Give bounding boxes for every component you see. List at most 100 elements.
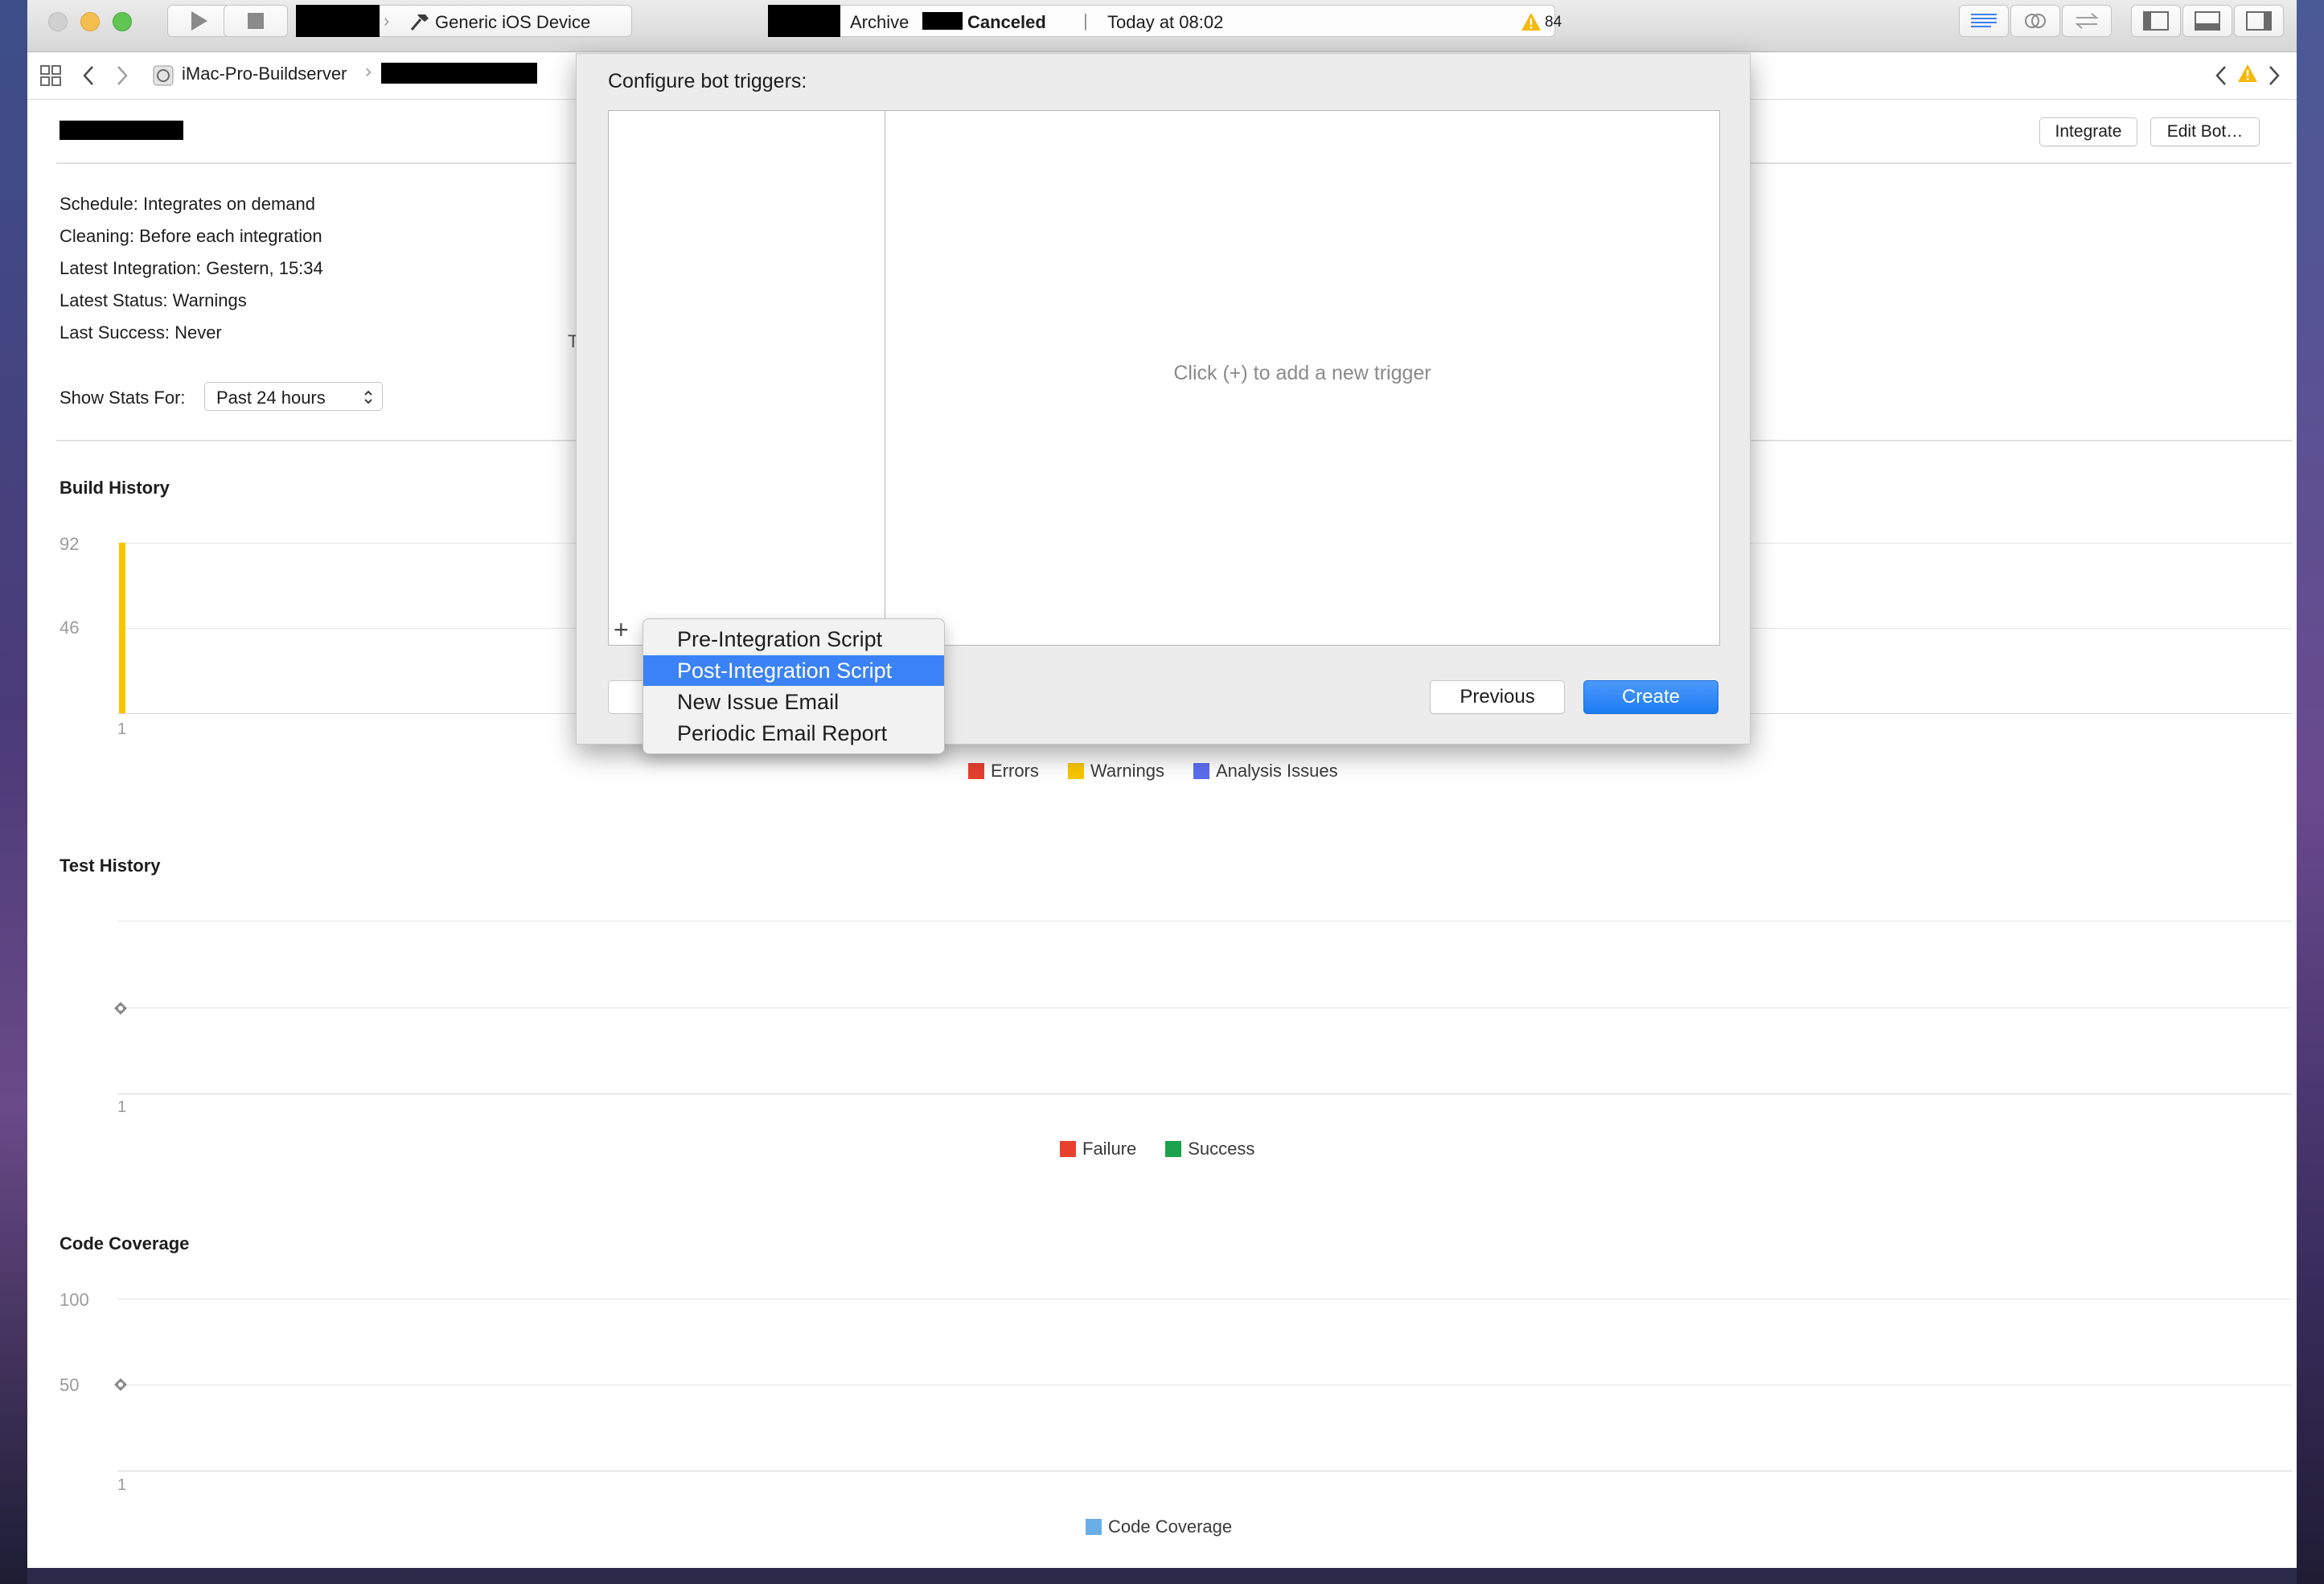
last-success-info: Last Success: Never — [60, 322, 222, 343]
toggle-navigator-button[interactable] — [2131, 5, 2181, 37]
related-items-grid-icon[interactable] — [40, 65, 61, 86]
stop-icon — [248, 13, 264, 29]
coverage-y-tick-100: 100 — [60, 1290, 89, 1310]
destination-label: Generic iOS Device — [435, 12, 591, 32]
arrows-swap-icon — [2075, 13, 2099, 29]
run-button[interactable] — [167, 5, 232, 37]
redacted-bot-breadcrumb — [381, 63, 537, 84]
server-icon — [153, 65, 174, 86]
build-bar-warnings-1[interactable] — [119, 543, 125, 713]
add-trigger-button[interactable]: + — [614, 617, 629, 642]
failure-swatch — [1060, 1141, 1076, 1157]
test-legend: Failure Success — [1060, 1139, 1254, 1159]
forward-arrow-icon[interactable] — [116, 65, 129, 86]
version-editor-button[interactable] — [2062, 5, 2112, 37]
test-point-1[interactable] — [113, 1000, 129, 1016]
analysis-swatch — [1193, 763, 1209, 779]
redacted-target-name — [922, 12, 963, 30]
play-icon — [191, 11, 207, 31]
scheme-destination-selector[interactable]: › Generic iOS Device — [296, 5, 632, 37]
minimize-window-button[interactable] — [80, 12, 100, 31]
latest-integration-info: Latest Integration: Gestern, 15:34 — [60, 258, 323, 278]
stats-range-select[interactable]: Past 24 hours — [204, 382, 383, 411]
latest-status-info: Latest Status: Warnings — [60, 290, 247, 310]
warning-icon[interactable] — [2237, 64, 2258, 83]
menu-item-post-integration-script[interactable]: Post-Integration Script — [643, 655, 944, 686]
add-trigger-menu: Pre-Integration Script Post-Integration … — [643, 618, 945, 754]
test-x-tick-1: 1 — [117, 1098, 127, 1116]
zoom-window-button[interactable] — [113, 12, 132, 31]
legend-warnings: Warnings — [1090, 761, 1164, 781]
sheet-title: Configure bot triggers: — [608, 70, 807, 92]
stats-range-value: Past 24 hours — [216, 388, 326, 408]
activity-separator: | — [1083, 10, 1088, 31]
close-window-button[interactable] — [48, 12, 68, 31]
lines-icon — [1971, 14, 1997, 27]
trigger-editor-panel: Click (+) to add a new trigger + — [608, 110, 1720, 646]
coverage-legend: Code Coverage — [1086, 1516, 1232, 1537]
success-swatch — [1165, 1141, 1182, 1157]
coverage-swatch — [1086, 1519, 1102, 1535]
left-panel-icon — [2143, 11, 2169, 31]
breadcrumb-server[interactable]: iMac-Pro-Buildserver — [182, 64, 347, 84]
activity-view[interactable]: Archive Canceled | Today at 08:02 84 — [768, 5, 1562, 37]
legend-success: Success — [1188, 1139, 1255, 1159]
back-arrow-icon[interactable] — [82, 65, 95, 86]
desktop-background-left — [0, 0, 27, 1584]
empty-trigger-hint: Click (+) to add a new trigger — [1173, 362, 1431, 384]
create-button[interactable]: Create — [1583, 680, 1718, 714]
test-gridline-mid — [117, 1007, 2292, 1008]
errors-swatch — [968, 763, 984, 779]
hammer-icon — [410, 14, 429, 31]
menu-item-new-issue-email[interactable]: New Issue Email — [643, 687, 944, 717]
standard-editor-button[interactable] — [1959, 5, 2009, 37]
menu-item-periodic-email-report[interactable]: Periodic Email Report — [643, 718, 944, 749]
legend-analysis-issues: Analysis Issues — [1216, 761, 1338, 781]
up-down-chevron-icon — [364, 390, 372, 404]
redacted-bot-title — [60, 121, 183, 140]
coverage-x-tick-1: 1 — [117, 1476, 127, 1494]
desktop-background-right — [2297, 0, 2324, 1584]
activity-time: Today at 08:02 — [1107, 12, 1224, 32]
overlapping-circles-icon — [2025, 14, 2046, 28]
menu-item-pre-integration-script[interactable]: Pre-Integration Script — [643, 624, 944, 655]
next-issue-icon[interactable] — [2268, 65, 2281, 86]
warning-icon[interactable] — [1521, 12, 1542, 31]
legend-errors: Errors — [991, 761, 1039, 781]
previous-button[interactable]: Previous — [1430, 680, 1565, 714]
assistant-editor-button[interactable] — [2010, 5, 2060, 37]
cleaning-info: Cleaning: Before each integration — [60, 226, 322, 246]
warnings-swatch — [1067, 763, 1084, 779]
toggle-inspector-button[interactable] — [2234, 5, 2284, 37]
redacted-scheme-name — [296, 5, 380, 37]
legend-code-coverage: Code Coverage — [1108, 1516, 1233, 1537]
schedule-info: Schedule: Integrates on demand — [60, 194, 316, 214]
build-y-tick-92: 92 — [60, 534, 80, 554]
build-history-title: Build History — [60, 478, 170, 498]
chevron-right-icon: › — [384, 10, 390, 31]
toolbar: › Generic iOS Device Archive Canceled | … — [27, 0, 2297, 52]
build-y-tick-46: 46 — [60, 618, 80, 638]
test-history-title: Test History — [60, 856, 161, 876]
bottom-panel-icon — [2195, 11, 2220, 31]
edit-bot-button[interactable]: Edit Bot… — [2150, 117, 2260, 146]
redacted-project-name — [768, 5, 840, 37]
trigger-list[interactable] — [609, 111, 885, 645]
activity-action: Archive — [850, 12, 909, 32]
activity-status: Canceled — [967, 12, 1046, 32]
coverage-point-1[interactable] — [113, 1377, 129, 1393]
stop-button[interactable] — [224, 5, 288, 37]
right-panel-icon — [2246, 11, 2272, 31]
previous-issue-icon[interactable] — [2215, 65, 2228, 86]
coverage-y-tick-50: 50 — [60, 1375, 80, 1395]
toggle-debug-area-button[interactable] — [2182, 5, 2232, 37]
build-x-tick-1: 1 — [117, 720, 127, 738]
trigger-detail-pane: Click (+) to add a new trigger — [885, 111, 1719, 645]
integrate-button[interactable]: Integrate — [2039, 117, 2137, 146]
warning-count: 84 — [1545, 14, 1562, 31]
build-legend: Errors Warnings Analysis Issues — [968, 761, 1338, 782]
stats-range-label: Show Stats For: — [60, 388, 186, 408]
legend-failure: Failure — [1082, 1139, 1137, 1159]
code-coverage-title: Code Coverage — [60, 1233, 190, 1254]
breadcrumb-separator-icon: › — [365, 60, 372, 82]
